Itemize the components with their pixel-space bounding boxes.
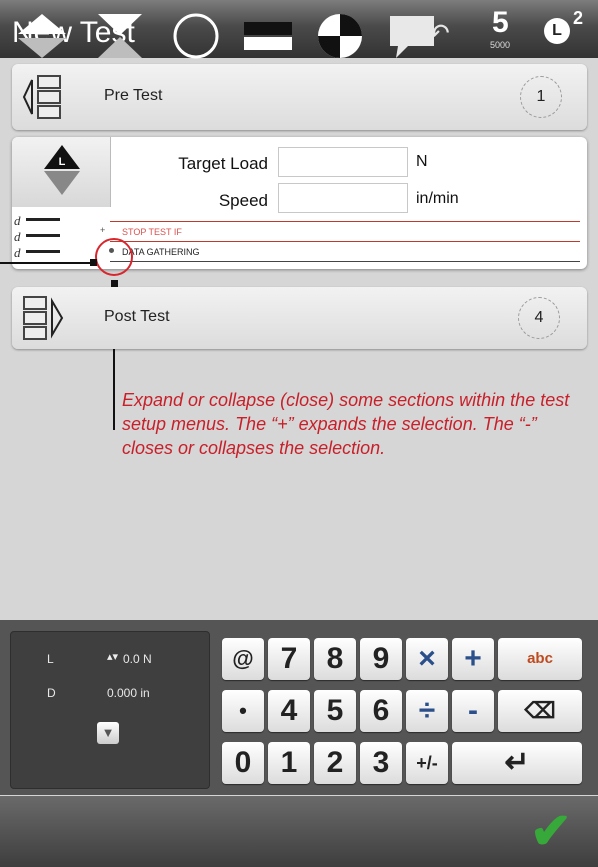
key-at[interactable]: @ [222, 638, 264, 680]
post-test-step-badge: 4 [518, 297, 560, 339]
title-bar: New Test ↶ 5 5000 L 2 [0, 0, 598, 58]
bottom-toolbar [0, 796, 598, 867]
displacement-readout-label: D [47, 686, 56, 700]
tension-icon[interactable] [14, 8, 70, 64]
data-gathering-divider [110, 241, 580, 242]
post-test-section[interactable]: Post Test 4 [12, 287, 587, 349]
key-2[interactable]: 2 [314, 742, 356, 784]
test-method-selector[interactable]: L [12, 137, 111, 207]
data-gathering-label[interactable]: DATA GATHERING [122, 247, 200, 257]
pre-test-step-badge: 1 [520, 76, 562, 118]
key-8[interactable]: 8 [314, 638, 356, 680]
key-plus-minus[interactable]: +/- [406, 742, 448, 784]
stop-test-expand-icon[interactable]: + [100, 225, 105, 235]
live-readout-panel: L ▴▾ 0.0 N D 0.000 in ▼ [10, 631, 210, 789]
post-test-icon [23, 296, 64, 340]
key-1[interactable]: 1 [268, 742, 310, 784]
confirm-check-icon[interactable]: ✔ [530, 806, 572, 856]
callout-leader-left [0, 262, 94, 264]
data-gathering-bottom-divider [110, 261, 580, 262]
key-abc[interactable]: abc [498, 638, 582, 680]
svg-text:d: d [14, 229, 21, 244]
key-enter[interactable]: ↵ [452, 742, 582, 784]
stop-test-if-label[interactable]: STOP TEST IF [122, 227, 182, 237]
pre-test-icon [22, 75, 61, 119]
key-0[interactable]: 0 [222, 742, 264, 784]
key-6[interactable]: 6 [360, 690, 402, 732]
speed-input[interactable] [278, 183, 408, 213]
load-readout-value: 0.0 N [123, 652, 152, 666]
callout-leader-left-end [90, 259, 97, 266]
pre-test-section[interactable]: Pre Test 1 [12, 64, 587, 130]
load-direction-small-icon: ▴▾ [107, 651, 119, 663]
svg-text:d: d [14, 213, 21, 228]
hold-icon[interactable] [240, 8, 296, 64]
message-icon[interactable] [384, 8, 440, 64]
key-decimal[interactable]: • [222, 690, 264, 732]
speed-label: Speed [218, 191, 268, 210]
key-plus[interactable]: + [452, 638, 494, 680]
callout-text: Expand or collapse (close) some sections… [122, 390, 570, 458]
target-load-label: Target Load [178, 154, 268, 173]
svg-text:d: d [14, 245, 21, 260]
load-direction-icon: L [44, 145, 80, 195]
key-divide[interactable]: ÷ [406, 690, 448, 732]
compression-icon[interactable] [92, 8, 148, 64]
key-5[interactable]: 5 [314, 690, 356, 732]
key-4[interactable]: 4 [268, 690, 310, 732]
key-backspace[interactable]: ⌫ [498, 690, 582, 732]
zero-reset-icon[interactable]: ▼ [97, 722, 119, 744]
key-minus[interactable]: - [452, 690, 494, 732]
expand-collapse-highlight [95, 238, 133, 276]
key-3[interactable]: 3 [360, 742, 402, 784]
target-load-unit: N [416, 153, 428, 170]
load-mode-icon[interactable]: L [544, 18, 570, 44]
key-7[interactable]: 7 [268, 638, 310, 680]
load-mode-superscript: 2 [573, 8, 584, 28]
speed-mode-sub: 5000 [490, 40, 511, 50]
target-load-input[interactable] [278, 147, 408, 177]
speed-mode-value[interactable]: 5 [492, 6, 509, 40]
post-test-label: Post Test [104, 308, 170, 325]
key-multiply[interactable]: × [406, 638, 448, 680]
key-9[interactable]: 9 [360, 638, 402, 680]
load-readout-label: L [47, 652, 54, 666]
cycle-icon[interactable] [168, 8, 224, 64]
calibration-icon[interactable] [312, 8, 368, 64]
pre-test-label: Pre Test [104, 87, 163, 104]
svg-text:L: L [59, 156, 66, 168]
speed-unit: in/min [416, 190, 459, 207]
stop-test-divider [110, 221, 580, 222]
displacement-readout-value: 0.000 in [107, 686, 150, 700]
